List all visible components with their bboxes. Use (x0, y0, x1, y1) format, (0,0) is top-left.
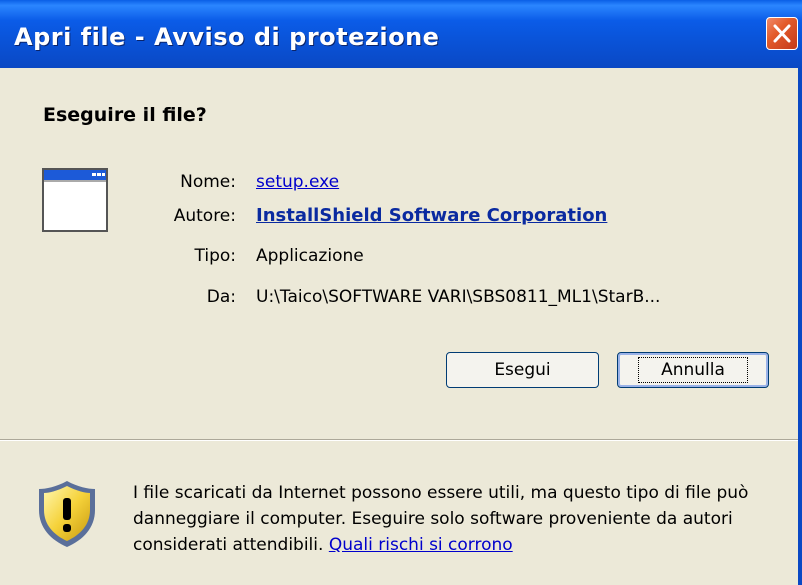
shield-warning-icon (39, 481, 95, 547)
from-value: U:\Taico\SOFTWARE VARI\SBS0811_ML1\StarB… (256, 287, 661, 307)
close-button[interactable] (766, 17, 798, 50)
author-label: Autore: (173, 206, 236, 226)
window-border (798, 68, 802, 585)
separator-highlight (0, 440, 798, 441)
window-title: Apri file - Avviso di protezione (14, 23, 440, 51)
run-button[interactable]: Esegui (446, 352, 599, 388)
run-button-label: Esegui (494, 360, 551, 380)
cancel-button[interactable]: Annulla (617, 352, 769, 388)
type-value: Applicazione (256, 246, 364, 266)
from-label: Da: (206, 287, 236, 307)
security-warning-dialog: Apri file - Avviso di protezione Eseguir… (0, 0, 802, 585)
dialog-heading: Eseguire il file? (43, 104, 207, 126)
author-value-link[interactable]: InstallShield Software Corporation (256, 205, 607, 226)
type-label: Tipo: (194, 246, 236, 266)
title-bar[interactable]: Apri file - Avviso di protezione (0, 0, 802, 68)
risks-link[interactable]: Quali rischi si corrono (329, 535, 513, 555)
cancel-button-label: Annulla (638, 357, 748, 383)
warning-message: I file scaricati da Internet possono ess… (133, 480, 773, 558)
name-value-link[interactable]: setup.exe (256, 172, 339, 192)
name-label: Nome: (180, 172, 236, 192)
close-icon (773, 24, 791, 43)
